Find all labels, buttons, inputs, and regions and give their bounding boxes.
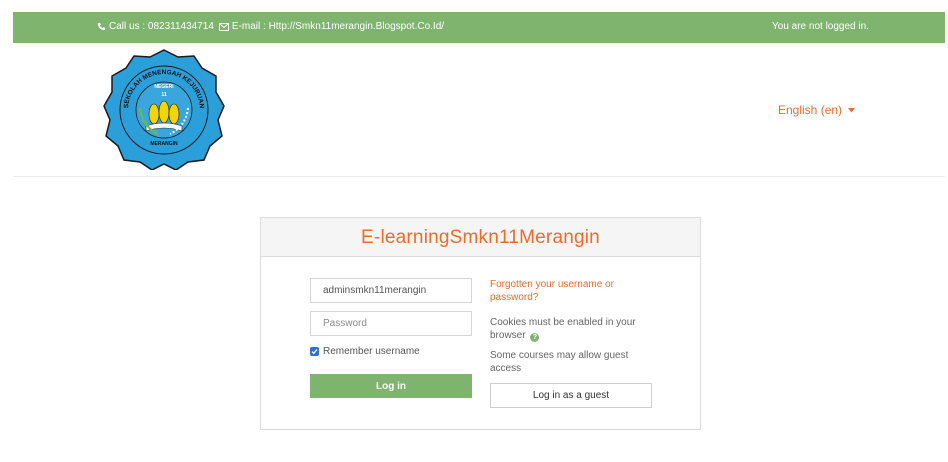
cookies-text: Cookies must be enabled in your browser — [490, 317, 636, 341]
remember-label: Remember username — [323, 346, 420, 357]
top-bar: Call us : 082311434714 E-mail : Http://S… — [13, 12, 945, 43]
page-header: SEKOLAH MENENGAH KEJURUAN NEGERI 11 MERA… — [13, 43, 945, 177]
username-input[interactable] — [310, 278, 472, 303]
caret-down-icon — [848, 107, 856, 112]
login-button[interactable]: Log in — [310, 374, 472, 398]
language-label: English (en) — [778, 103, 843, 117]
phone-icon — [97, 22, 106, 31]
remember-username[interactable]: Remember username — [310, 346, 420, 357]
logo-text-number: 11 — [161, 92, 167, 98]
guest-access-text: Some courses may allow guest access — [490, 350, 629, 374]
logo-text-bottom: MERANGIN — [150, 141, 178, 147]
forgot-password-link[interactable]: Forgotten your username or password? — [490, 278, 660, 304]
login-title: E-learningSmkn11Merangin — [261, 218, 700, 257]
phone-text: Call us : 082311434714 — [109, 21, 214, 32]
guest-login-button[interactable]: Log in as a guest — [490, 383, 652, 408]
logo-text-negeri: NEGERI — [154, 84, 174, 90]
school-logo[interactable]: SEKOLAH MENENGAH KEJURUAN NEGERI 11 MERA… — [102, 48, 226, 171]
help-icon[interactable]: ? — [530, 333, 540, 342]
email-link[interactable]: E-mail : Http://Smkn11merangin.Blogspot.… — [232, 21, 444, 32]
checkbox-checked-icon[interactable] — [310, 347, 319, 356]
cookies-notice: Cookies must be enabled in your browser … — [490, 316, 660, 342]
password-input[interactable] — [310, 311, 472, 336]
login-status: You are not logged in. — [772, 21, 869, 32]
envelope-icon — [218, 22, 229, 31]
login-panel: E-learningSmkn11Merangin Remember userna… — [260, 217, 701, 430]
language-menu[interactable]: English (en) — [778, 103, 856, 117]
contact-info: Call us : 082311434714 E-mail : Http://S… — [97, 21, 444, 32]
